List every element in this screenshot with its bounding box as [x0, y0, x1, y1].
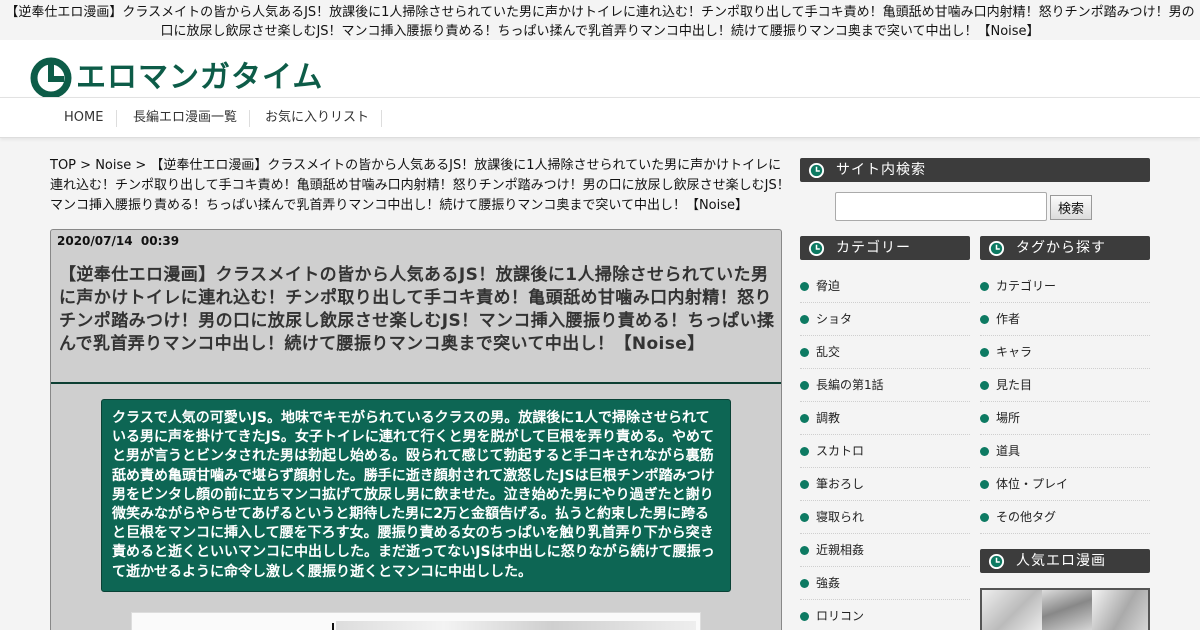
tag-heading: タグから探す: [980, 236, 1150, 260]
site-logo[interactable]: エロマンガタイム: [30, 57, 323, 99]
search-button[interactable]: 検索: [1050, 195, 1092, 220]
clock-icon: [988, 240, 1005, 257]
category-item[interactable]: 強姦: [800, 567, 970, 600]
manga-panel-border: [332, 623, 334, 630]
category-item[interactable]: ロリコン: [800, 600, 970, 630]
article-date: 2020/07/14: [57, 234, 133, 248]
clock-icon: [30, 57, 72, 99]
category-item[interactable]: 寝取られ: [800, 501, 970, 534]
tag-heading-label: タグから探す: [1016, 240, 1106, 256]
clock-icon: [808, 240, 825, 257]
manga-image[interactable]: [131, 612, 701, 630]
tag-item[interactable]: 作者: [980, 303, 1150, 336]
nav-separator: [116, 110, 117, 127]
category-item[interactable]: 調教: [800, 402, 970, 435]
search-heading-label: サイト内検索: [836, 162, 926, 178]
breadcrumb: TOP > Noise > 【逆奉仕エロ漫画】クラスメイトの皆から人気あるJS！…: [50, 156, 792, 216]
tag-item[interactable]: カテゴリー: [980, 270, 1150, 303]
clock-icon: [988, 553, 1005, 570]
tag-item[interactable]: その他タグ: [980, 501, 1150, 534]
nav-separator: [249, 110, 250, 127]
search-heading: サイト内検索: [800, 158, 1150, 182]
nav-item-home[interactable]: HOME: [64, 98, 103, 138]
category-heading: カテゴリー: [800, 236, 970, 260]
breadcrumb-separator: >: [76, 158, 96, 173]
thumbnail-panel: [982, 590, 1042, 630]
category-item[interactable]: ショタ: [800, 303, 970, 336]
category-item[interactable]: 脅迫: [800, 270, 970, 303]
article-time: 00:39: [140, 234, 180, 248]
nav-item-favorites[interactable]: お気に入りリスト: [265, 98, 369, 138]
tag-item[interactable]: 場所: [980, 402, 1150, 435]
breadcrumb-current: 【逆奉仕エロ漫画】クラスメイトの皆から人気あるJS！放課後に1人掃除させられてい…: [50, 158, 790, 213]
popular-heading: 人気エロ漫画: [980, 549, 1150, 573]
tag-item[interactable]: キャラ: [980, 336, 1150, 369]
global-nav: HOME 長編エロ漫画一覧 お気に入りリスト: [0, 97, 1200, 138]
article-summary: クラスで人気の可愛いJS。地味でキモがられているクラスの男。放課後に1人で掃除さ…: [101, 399, 731, 592]
category-item[interactable]: スカトロ: [800, 435, 970, 468]
popular-manga-thumbnail[interactable]: [980, 588, 1150, 630]
tag-item[interactable]: 道具: [980, 435, 1150, 468]
category-item[interactable]: 近親相姦: [800, 534, 970, 567]
clock-icon: [808, 162, 825, 179]
thumbnail-panel: [1092, 590, 1148, 630]
article-title: 【逆奉仕エロ漫画】クラスメイトの皆から人気あるJS！放課後に1人掃除させられてい…: [59, 265, 775, 354]
category-heading-label: カテゴリー: [836, 240, 911, 256]
article-timestamp: 2020/07/14 00:39: [57, 234, 179, 248]
logo-text: エロマンガタイム: [76, 60, 324, 95]
breadcrumb-separator: >: [131, 158, 151, 173]
divider: [51, 382, 781, 384]
category-item[interactable]: 筆おろし: [800, 468, 970, 501]
thumbnail-panel: [1042, 590, 1092, 630]
breadcrumb-category-link[interactable]: Noise: [95, 158, 131, 173]
breadcrumb-top-link[interactable]: TOP: [50, 158, 76, 173]
manga-panel: [336, 621, 696, 630]
category-list: 脅迫 ショタ 乱交 長編の第1話 調教 スカトロ 筆おろし 寝取られ 近親相姦 …: [800, 270, 970, 630]
tag-item[interactable]: 体位・プレイ: [980, 468, 1150, 501]
article-card: 2020/07/14 00:39 【逆奉仕エロ漫画】クラスメイトの皆から人気ある…: [50, 229, 782, 630]
popular-heading-label: 人気エロ漫画: [1016, 553, 1106, 569]
nav-separator: [381, 110, 382, 127]
site-header: エロマンガタイム: [0, 40, 1200, 99]
category-item[interactable]: 乱交: [800, 336, 970, 369]
page-title: 【逆奉仕エロ漫画】クラスメイトの皆から人気あるJS！放課後に1人掃除させられてい…: [5, 5, 1195, 39]
tag-list: カテゴリー 作者 キャラ 見た目 場所 道具 体位・プレイ その他タグ: [980, 270, 1150, 534]
nav-item-long-list[interactable]: 長編エロ漫画一覧: [133, 98, 237, 138]
tag-item[interactable]: 見た目: [980, 369, 1150, 402]
category-item[interactable]: 長編の第1話: [800, 369, 970, 402]
search-input[interactable]: [835, 192, 1047, 221]
